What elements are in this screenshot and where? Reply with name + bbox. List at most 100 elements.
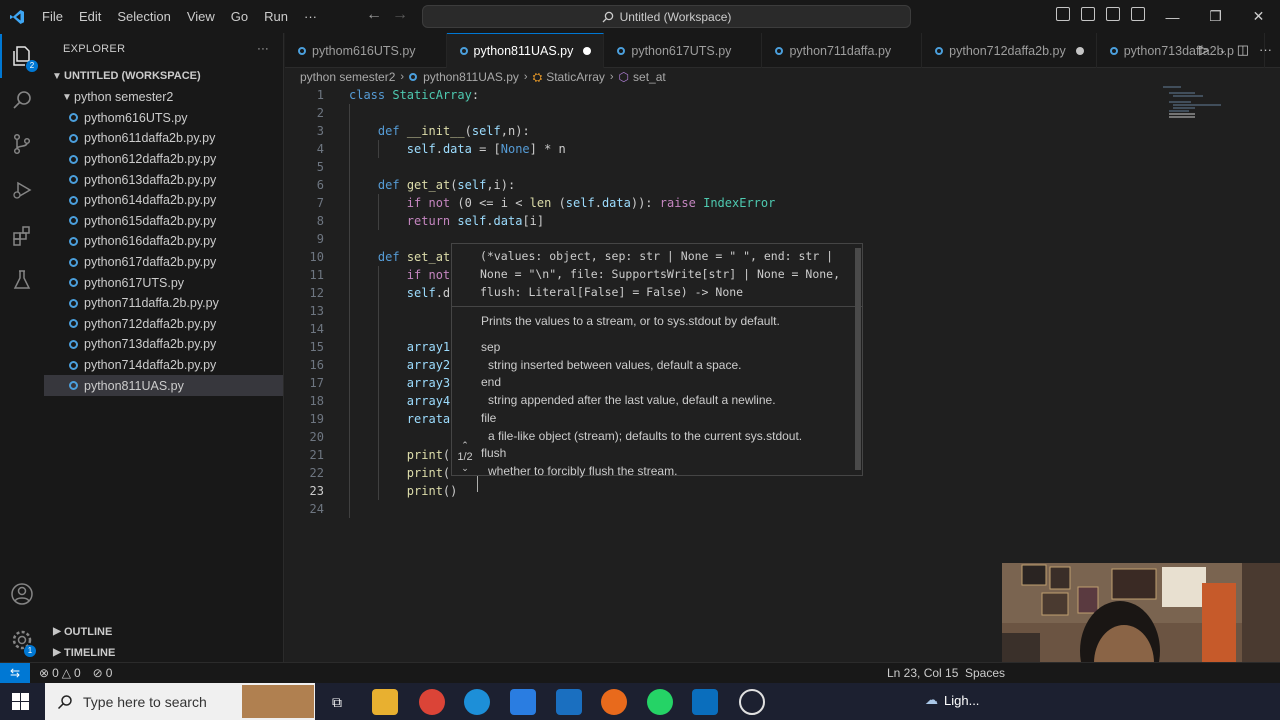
account-icon[interactable] xyxy=(0,572,44,616)
vscode-taskbar-icon[interactable] xyxy=(692,689,718,715)
file-label: python616daffa2b.py.py xyxy=(84,234,217,249)
file-explorer-icon[interactable] xyxy=(372,689,398,715)
file-item[interactable]: python617UTS.py xyxy=(44,272,283,293)
breadcrumb-class[interactable]: StaticArray xyxy=(546,70,605,84)
firefox-icon[interactable] xyxy=(601,689,627,715)
file-item[interactable]: python711daffa.2b.py.py xyxy=(44,293,283,314)
breadcrumb-folder[interactable]: python semester2 xyxy=(300,70,395,84)
code-line[interactable]: 7 if not (0 <= i < len (self.data)): rai… xyxy=(285,194,1145,212)
toggle-panel-icon[interactable] xyxy=(1081,7,1095,21)
breadcrumb-method[interactable]: set_at xyxy=(633,70,666,84)
file-item[interactable]: python713daffa2b.py.py xyxy=(44,334,283,355)
unsaved-dot-icon[interactable] xyxy=(583,47,592,55)
code-line[interactable]: 3 def __init__(self,n): xyxy=(285,122,1145,140)
weather-widget[interactable]: ☁ Ligh... xyxy=(925,692,979,708)
customize-layout-icon[interactable] xyxy=(1131,7,1145,21)
toggle-secondary-sidebar-icon[interactable] xyxy=(1106,7,1120,21)
minimize-icon[interactable]: — xyxy=(1151,0,1194,33)
file-item[interactable]: python617daffa2b.py.py xyxy=(44,252,283,273)
minimap[interactable] xyxy=(1163,86,1223,136)
file-item[interactable]: python612daffa2b.py.py xyxy=(44,149,283,170)
file-item[interactable]: python712daffa2b.py.py xyxy=(44,314,283,335)
code-line[interactable]: 2 xyxy=(285,104,1145,122)
file-item[interactable]: python714daffa2b.py.py xyxy=(44,355,283,376)
code-line[interactable]: 23 print() xyxy=(285,482,1145,500)
workspace-section[interactable]: ▼ UNTITLED (WORKSPACE) xyxy=(44,65,283,87)
editor-tab[interactable]: python617UTS.py xyxy=(604,33,763,68)
editor-tab[interactable]: pythom616UTS.py xyxy=(285,33,447,68)
split-editor-icon[interactable]: ◫ xyxy=(1237,42,1249,58)
testing-icon[interactable] xyxy=(0,258,44,302)
menu-run[interactable]: Run xyxy=(256,9,296,24)
unsaved-dot-icon[interactable] xyxy=(1075,46,1084,55)
code-line[interactable]: 5 xyxy=(285,158,1145,176)
remote-indicator-icon[interactable]: ⇆ xyxy=(0,662,30,684)
folder-row[interactable]: ▼ python semester2 xyxy=(44,87,283,108)
file-item[interactable]: pythom616UTS.py xyxy=(44,108,283,129)
windows-start-icon[interactable] xyxy=(12,693,29,715)
explorer-header: EXPLORER ··· xyxy=(44,33,283,65)
code-line[interactable]: 1 class StaticArray: xyxy=(285,86,1145,104)
warning-icon: △ xyxy=(61,666,71,680)
chrome-icon[interactable] xyxy=(419,689,445,715)
manage-gear-icon[interactable]: 1 xyxy=(0,618,44,662)
file-item[interactable]: python611daffa2b.py.py xyxy=(44,128,283,149)
file-item[interactable]: python615daffa2b.py.py xyxy=(44,211,283,232)
explorer-icon[interactable]: 2 xyxy=(0,34,44,78)
file-item[interactable]: python614daffa2b.py.py xyxy=(44,190,283,211)
taskbar-search[interactable]: Type here to search xyxy=(45,683,315,720)
menu-selection[interactable]: Selection xyxy=(109,9,178,24)
file-item[interactable]: python811UAS.py xyxy=(44,375,283,396)
more-actions-icon[interactable]: ··· xyxy=(1259,42,1272,58)
indentation[interactable]: Spaces xyxy=(965,666,1005,680)
menu-go[interactable]: Go xyxy=(223,9,256,24)
outline-section[interactable]: ▶ OUTLINE xyxy=(44,621,283,642)
file-item[interactable]: python616daffa2b.py.py xyxy=(44,231,283,252)
source-control-icon[interactable] xyxy=(0,122,44,166)
code-line[interactable]: 4 self.data = [None] * n xyxy=(285,140,1145,158)
run-icon[interactable]: ▷ xyxy=(1199,42,1209,58)
chevron-down-icon[interactable]: ⌄ xyxy=(452,463,478,474)
maximize-icon[interactable]: ❐ xyxy=(1194,0,1237,33)
close-icon[interactable]: ✕ xyxy=(1237,0,1280,33)
menu-edit[interactable]: Edit xyxy=(71,9,109,24)
line-number: 11 xyxy=(309,268,324,282)
obs-icon[interactable] xyxy=(739,689,765,715)
explorer-more-icon[interactable]: ··· xyxy=(257,43,269,55)
editor-tab[interactable]: python711daffa.py xyxy=(762,33,923,68)
breadcrumb-file[interactable]: python811UAS.py xyxy=(423,70,519,84)
chevron-up-icon[interactable]: ⌃ xyxy=(452,440,478,451)
function-signature: (*values: object, sep: str | None = " ",… xyxy=(480,249,847,299)
line-number: 15 xyxy=(309,340,324,354)
code-line[interactable]: 8 return self.data[i] xyxy=(285,212,1145,230)
ports-indicator[interactable]: ⊘ 0 xyxy=(93,666,113,680)
class-symbol-icon: ⛭ xyxy=(532,69,543,84)
python-file-icon xyxy=(69,360,78,370)
vscode-logo-icon[interactable] xyxy=(0,0,34,33)
whatsapp-icon[interactable] xyxy=(647,689,673,715)
mail-icon[interactable] xyxy=(556,689,582,715)
task-view-icon[interactable]: ⧉ xyxy=(324,689,350,715)
timeline-section[interactable]: ▶ TIMELINE xyxy=(44,642,283,663)
menu-more[interactable]: ··· xyxy=(296,9,325,24)
editor-tab[interactable]: python712daffa2b.py xyxy=(922,33,1097,68)
menu-view[interactable]: View xyxy=(179,9,223,24)
edge-icon[interactable] xyxy=(464,689,490,715)
hover-scrollbar[interactable] xyxy=(855,248,861,470)
cursor-position[interactable]: Ln 23, Col 15 xyxy=(887,666,958,680)
problems-indicator[interactable]: ⊗ 0 △ 0 xyxy=(39,666,81,680)
file-item[interactable]: python613daffa2b.py.py xyxy=(44,169,283,190)
search-view-icon[interactable] xyxy=(0,78,44,122)
run-debug-icon[interactable] xyxy=(0,168,44,212)
menu-file[interactable]: File xyxy=(34,9,71,24)
editor-tab[interactable]: python811UAS.py xyxy=(446,33,605,68)
code-line[interactable]: 6 def get_at(self,i): xyxy=(285,176,1145,194)
back-arrow-icon[interactable]: ← xyxy=(366,6,382,24)
extensions-icon[interactable] xyxy=(0,214,44,258)
code-line[interactable]: 24 xyxy=(285,500,1145,518)
store-icon[interactable] xyxy=(510,689,536,715)
command-center[interactable]: Untitled (Workspace) xyxy=(422,5,911,28)
chevron-down-icon[interactable]: ⌄ xyxy=(1219,45,1227,58)
toggle-sidebar-icon[interactable] xyxy=(1056,7,1070,21)
forward-arrow-icon[interactable]: → xyxy=(392,6,408,24)
